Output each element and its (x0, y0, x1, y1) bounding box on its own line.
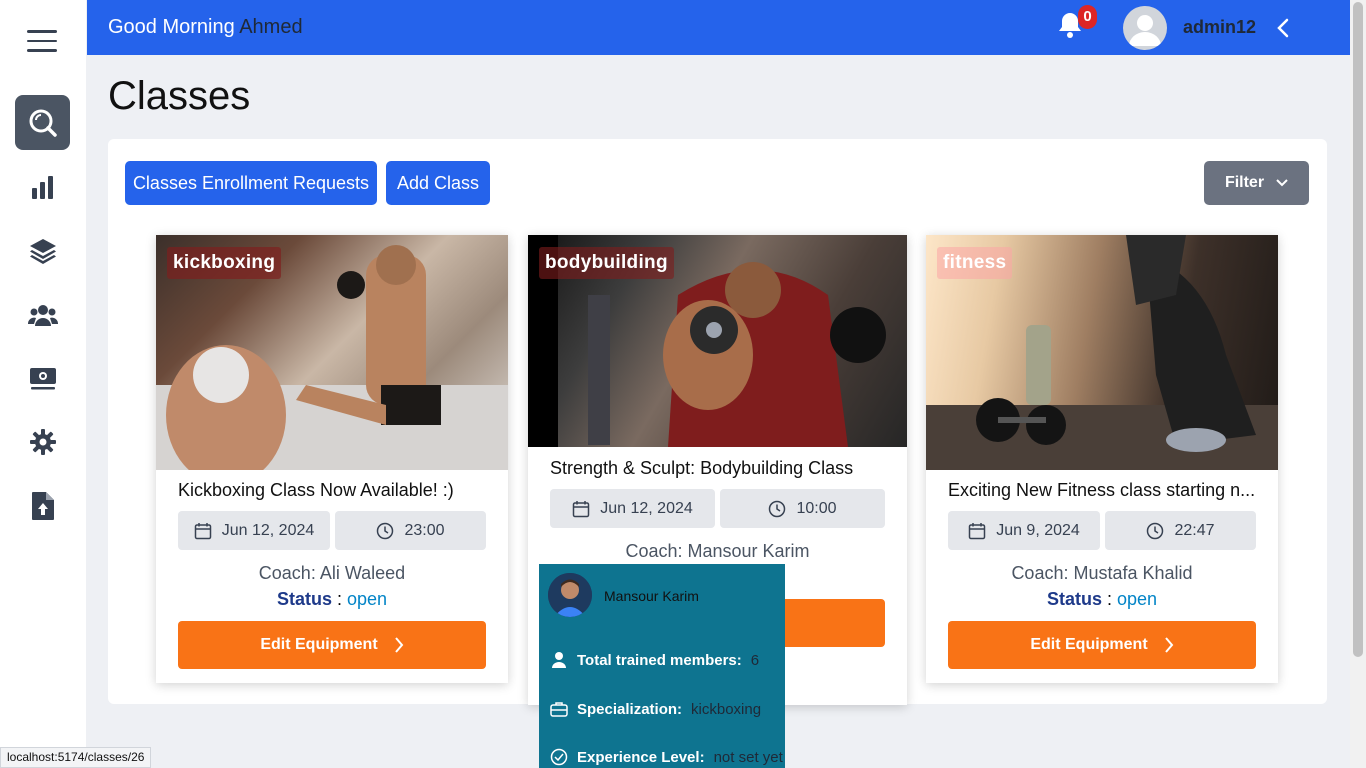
coach-popup: Mansour Karim Total trained members: 6 S… (539, 564, 785, 768)
class-card[interactable]: fitness Exciting New Fitness class start… (926, 235, 1278, 683)
user-first-name: Ahmed (239, 16, 303, 38)
members-label: Total trained members: (577, 651, 742, 669)
class-title[interactable]: Strength & Sculpt: Bodybuilding Class (550, 458, 890, 479)
class-title[interactable]: Exciting New Fitness class starting n... (948, 480, 1258, 501)
calendar-icon (968, 522, 986, 539)
specialization-value: kickboxing (691, 700, 762, 718)
users-icon (27, 304, 58, 326)
bar-chart-icon (31, 175, 53, 199)
class-time: 22:47 (1174, 521, 1215, 539)
filter-button[interactable]: Filter (1204, 161, 1309, 205)
category-tag: kickboxing (167, 247, 282, 279)
coach-name[interactable]: Coach: Mansour Karim (528, 541, 907, 562)
sidebar-item-members[interactable] (15, 287, 70, 342)
category-tag: fitness (937, 247, 1013, 279)
user-icon (1129, 15, 1161, 46)
filter-label: Filter (1224, 174, 1265, 191)
scrollbar[interactable] (1350, 0, 1366, 768)
class-time: 10:00 (796, 499, 837, 517)
popup-members-row: Total trained members: 6 (550, 651, 759, 669)
money-icon (29, 367, 56, 389)
chevron-right-icon (1164, 637, 1173, 653)
coach-name[interactable]: Coach: Ali Waleed (156, 563, 508, 584)
time-pill: 10:00 (720, 489, 885, 528)
coach-avatar (548, 573, 592, 617)
class-status: Status : open (276, 589, 388, 609)
layers-icon (29, 238, 56, 264)
gear-icon (29, 428, 56, 455)
avatar[interactable] (1123, 6, 1167, 50)
chevron-right-icon (394, 637, 403, 653)
notification-badge: 0 (1078, 5, 1097, 29)
sidebar-item-classes[interactable] (15, 223, 70, 278)
top-bar: Good Morning Ahmed 0 admin12 (87, 0, 1350, 55)
sidebar-item-payments[interactable] (15, 351, 70, 406)
class-date: Jun 12, 2024 (600, 499, 693, 517)
experience-value: not set yet (713, 748, 783, 766)
sidebar-item-dashboard[interactable] (15, 159, 70, 214)
check-circle-icon (550, 748, 568, 766)
calendar-icon (194, 522, 211, 539)
time-pill: 22:47 (1105, 511, 1256, 550)
sidebar-item-reports[interactable] (15, 478, 70, 533)
members-value: 6 (750, 651, 760, 669)
specialization-label: Specialization: (577, 700, 683, 718)
sidebar (0, 0, 86, 768)
search-icon (29, 109, 57, 137)
chevron-left-icon[interactable] (1275, 17, 1291, 39)
calendar-icon (572, 500, 590, 517)
edit-equipment-label: Edit Equipment (260, 636, 378, 653)
add-class-button[interactable]: Add Class (386, 161, 490, 205)
popup-specialization-row: Specialization: kickboxing (550, 700, 761, 718)
status-value: open (1116, 589, 1158, 609)
clock-icon (769, 500, 786, 517)
scrollbar-thumb[interactable] (1353, 2, 1363, 657)
file-upload-icon (31, 491, 54, 520)
popup-coach-name: Mansour Karim (604, 588, 699, 604)
popup-experience-row: Experience Level: not set yet (550, 748, 783, 766)
experience-label: Experience Level: (577, 748, 705, 766)
greeting: Good Morning Ahmed (108, 16, 303, 39)
status-label: Status (1046, 589, 1102, 609)
status-bar-url: localhost:5174/classes/26 (0, 747, 152, 768)
sidebar-item-search[interactable] (15, 95, 70, 150)
edit-equipment-label: Edit Equipment (1030, 636, 1148, 653)
time-pill: 23:00 (335, 511, 486, 550)
edit-equipment-button[interactable]: Edit Equipment (178, 621, 486, 669)
status-label: Status (276, 589, 332, 609)
status-value: open (346, 589, 388, 609)
menu-icon[interactable] (27, 30, 57, 52)
sidebar-item-settings[interactable] (15, 414, 70, 469)
coach-photo (548, 573, 592, 617)
coach-name[interactable]: Coach: Mustafa Khalid (926, 563, 1278, 584)
date-pill: Jun 12, 2024 (550, 489, 715, 528)
category-tag: bodybuilding (539, 247, 674, 279)
chevron-down-icon (1276, 179, 1288, 187)
page-title: Classes (108, 74, 251, 118)
username[interactable]: admin12 (1183, 17, 1256, 38)
class-title[interactable]: Kickboxing Class Now Available! :) (178, 480, 488, 501)
clock-icon (377, 522, 394, 539)
date-pill: Jun 9, 2024 (948, 511, 1100, 550)
greeting-text: Good Morning (108, 16, 235, 38)
class-card[interactable]: kickboxing Kickboxing Class Now Availabl… (156, 235, 508, 683)
enrollment-requests-button[interactable]: Classes Enrollment Requests (125, 161, 377, 205)
user-icon (552, 652, 566, 668)
class-date: Jun 12, 2024 (221, 521, 315, 539)
edit-equipment-button[interactable]: Edit Equipment (948, 621, 1256, 669)
class-time: 23:00 (404, 521, 445, 539)
clock-icon (1147, 522, 1164, 539)
briefcase-icon (550, 702, 568, 717)
class-date: Jun 9, 2024 (996, 521, 1080, 539)
class-status: Status : open (1046, 589, 1158, 609)
date-pill: Jun 12, 2024 (178, 511, 330, 550)
